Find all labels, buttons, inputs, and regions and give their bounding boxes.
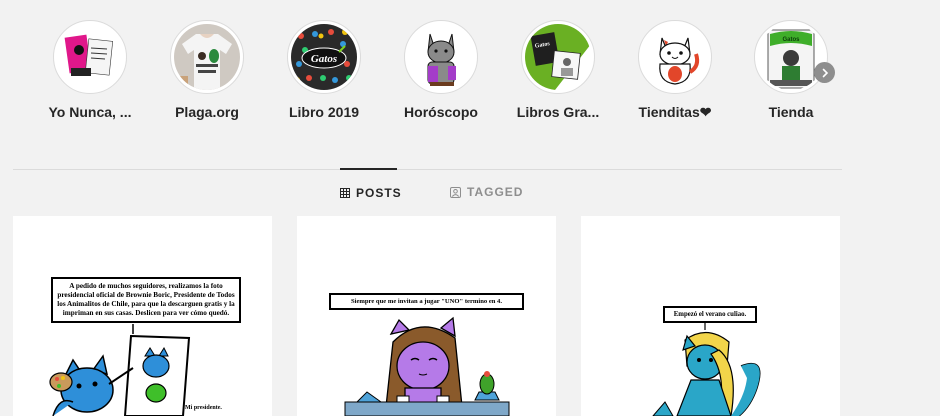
highlight-label: Libros Gra... xyxy=(516,104,600,120)
highlight-horoscopo[interactable]: Horóscopo xyxy=(382,20,500,120)
purple-cat-uno-illustration xyxy=(344,316,510,416)
active-tab-indicator xyxy=(340,168,397,170)
blue-cat-painting-illustration xyxy=(49,324,191,416)
comic-small-caption: Mi presidente. xyxy=(185,405,222,411)
highlight-label: Tienditas❤ xyxy=(638,104,712,120)
tab-tagged-label: TAGGED xyxy=(467,185,524,199)
tabs-divider xyxy=(13,169,842,170)
highlight-libro-2019[interactable]: Gatos Libro 2019 xyxy=(265,20,383,120)
gatos-book-cover-icon: Gatos xyxy=(291,24,357,90)
highlight-yo-nunca[interactable]: Yo Nunca, ... xyxy=(31,20,149,120)
grid-icon xyxy=(340,188,350,198)
post-tile[interactable]: Siempre que me invitan a jugar "UNO" ter… xyxy=(297,216,556,416)
highlight-thumbnail: Gatos xyxy=(521,20,595,94)
highlight-label: Libro 2019 xyxy=(288,104,360,120)
chevron-right-icon xyxy=(822,68,828,77)
highlight-thumbnail xyxy=(638,20,712,94)
post-tile[interactable]: A pedido de muchos seguidores, realizamo… xyxy=(13,216,272,416)
white-cat-mug-icon xyxy=(642,24,708,90)
tab-tagged[interactable]: TAGGED xyxy=(450,185,523,199)
svg-text:Gatos: Gatos xyxy=(311,53,337,65)
highlight-thumbnail xyxy=(53,20,127,94)
tab-posts[interactable]: POSTS xyxy=(340,186,402,200)
highlight-plaga[interactable]: Plaga.org xyxy=(148,20,266,120)
highlight-tienditas[interactable]: Tienditas❤ xyxy=(616,20,734,121)
svg-text:Gatos: Gatos xyxy=(782,37,800,43)
story-highlights: Yo Nunca, ... Plaga.org Gatos Libro 2019… xyxy=(0,0,940,140)
post-tile[interactable]: Empezó el verano culiao. xyxy=(581,216,840,416)
pink-book-cover-icon xyxy=(57,24,123,90)
highlight-thumbnail: Gatos xyxy=(754,20,828,94)
highlight-libros-gratis[interactable]: Gatos Libros Gra... xyxy=(499,20,617,120)
t-shirt-print-icon xyxy=(174,24,240,90)
green-book-cover-icon: Gatos xyxy=(525,24,591,90)
highlight-label: Yo Nunca, ... xyxy=(48,104,132,120)
highlight-thumbnail xyxy=(404,20,478,94)
highlight-thumbnail: Gatos xyxy=(287,20,361,94)
highlights-next-button[interactable] xyxy=(814,62,835,83)
highlight-label: Plaga.org xyxy=(175,104,239,120)
highlight-thumbnail xyxy=(170,20,244,94)
highlight-label: Tienda xyxy=(768,104,814,120)
green-cats-poster-icon: Gatos xyxy=(758,24,824,90)
tagged-user-icon xyxy=(450,186,461,198)
tab-posts-label: POSTS xyxy=(356,186,402,200)
teal-cat-elsa-illustration xyxy=(652,322,761,416)
horoscope-cat-icon xyxy=(408,24,474,90)
highlight-label: Horóscopo xyxy=(404,104,478,120)
